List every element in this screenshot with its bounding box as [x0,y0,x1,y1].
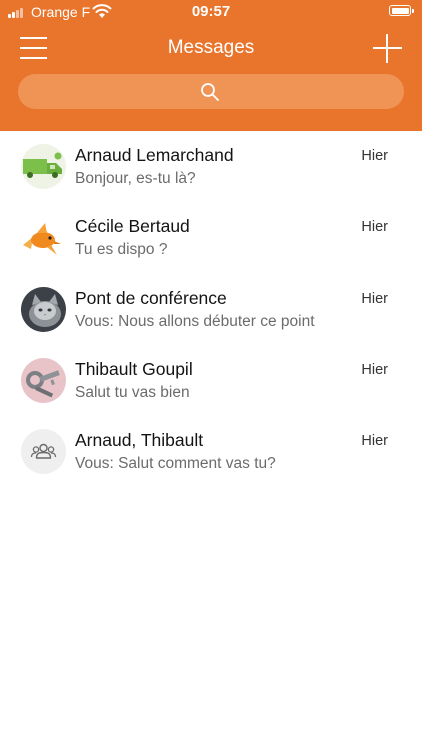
status-bar: Orange F 09:57 [0,0,422,24]
conversation-row[interactable]: Arnaud Lemarchand Bonjour, es-tu là? Hie… [0,131,422,202]
conversation-preview: Salut tu vas bien [75,384,190,401]
conversation-time: Hier [361,433,388,449]
group-icon [21,429,66,474]
keys-photo-avatar [21,358,66,403]
conversation-time: Hier [361,219,388,235]
green-truck-avatar [21,144,66,189]
goldfish-avatar [21,215,66,260]
conversation-name: Arnaud, Thibault [75,430,204,450]
conversation-row[interactable]: Cécile Bertaud Tu es dispo ? Hier [0,202,422,273]
conversation-row[interactable]: Arnaud, Thibault Vous: Salut comment vas… [0,416,422,487]
conversation-preview: Vous: Salut comment vas tu? [75,455,276,472]
conversation-name: Cécile Bertaud [75,216,190,236]
conversation-preview: Bonjour, es-tu là? [75,170,196,187]
conversation-time: Hier [361,362,388,378]
conversation-time: Hier [361,148,388,164]
conversation-preview: Tu es dispo ? [75,241,168,258]
header: Orange F 09:57 Messages [0,0,422,131]
conversation-time: Hier [361,291,388,307]
conversation-name: Pont de conférence [75,288,227,308]
status-time: 09:57 [191,3,231,20]
new-message-plus-icon[interactable] [373,34,402,63]
conversation-row[interactable]: Pont de conférence Vous: Nous allons déb… [0,274,422,345]
conversation-preview: Vous: Nous allons débuter ce point [75,313,315,330]
battery-icon [389,5,414,16]
cat-photo-avatar [21,287,66,332]
conversation-row[interactable]: Thibault Goupil Salut tu vas bien Hier [0,345,422,416]
search-input[interactable] [18,74,404,109]
conversation-name: Arnaud Lemarchand [75,145,234,165]
page-title: Messages [167,37,255,58]
conversation-name: Thibault Goupil [75,359,193,379]
search-icon [201,83,219,101]
